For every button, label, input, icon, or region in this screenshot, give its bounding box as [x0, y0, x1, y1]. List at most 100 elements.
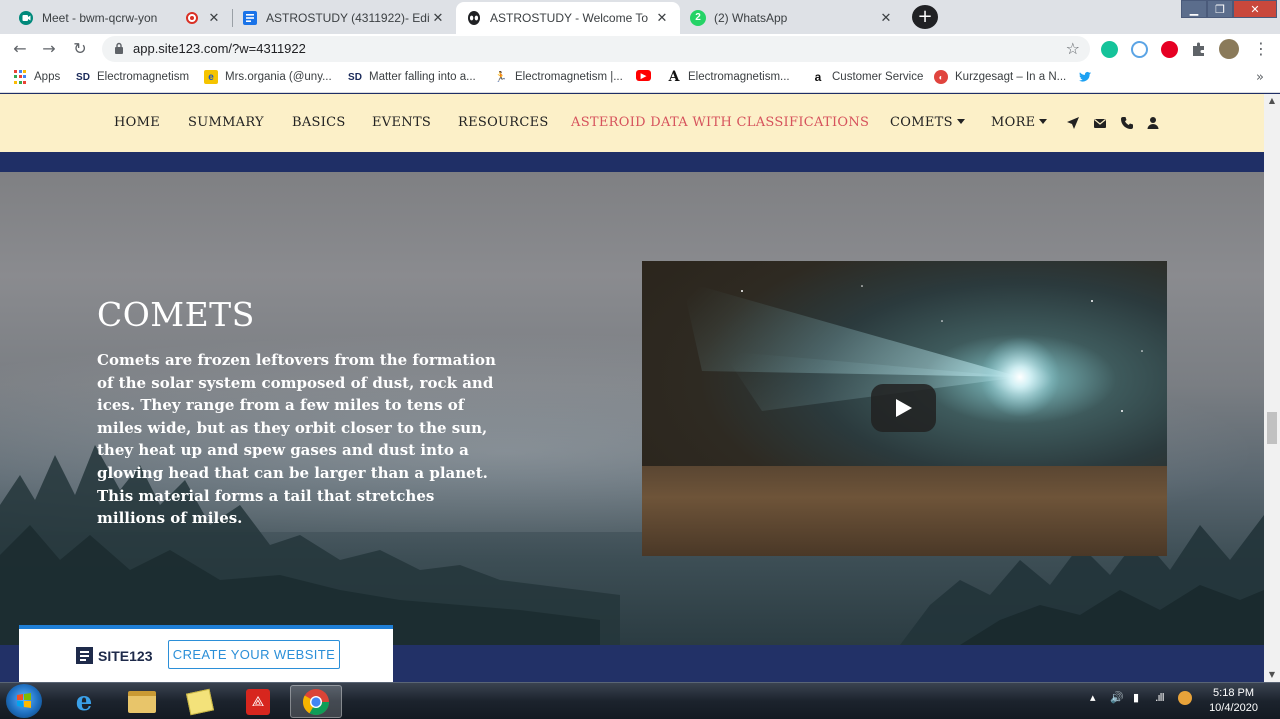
amazon-icon: a	[814, 70, 822, 84]
hero-title: COMETS	[97, 295, 255, 334]
grammarly-icon[interactable]	[1101, 41, 1118, 58]
location-arrow-icon[interactable]	[1066, 116, 1080, 130]
new-tab-button[interactable]: +	[912, 5, 938, 29]
signal-bars-icon[interactable]: .ıll	[1155, 691, 1165, 704]
play-button[interactable]	[871, 384, 936, 432]
puzzle-extensions-icon[interactable]	[1190, 41, 1207, 58]
scrollbar-thumb[interactable]	[1267, 412, 1277, 444]
a-letter-icon: A	[668, 69, 680, 85]
recording-indicator-icon	[186, 12, 198, 24]
profile-avatar[interactable]	[1219, 39, 1239, 59]
address-bar[interactable]: app.site123.com/?w=4311922 ☆	[102, 36, 1090, 62]
forward-button[interactable]: →	[38, 38, 60, 60]
start-button[interactable]	[6, 684, 42, 718]
system-clock[interactable]: 5:18 PM 10/4/2020	[1209, 686, 1258, 716]
bookmark-mrs-organia[interactable]: e Mrs.organia (@uny...	[204, 70, 332, 84]
alien-icon	[468, 11, 480, 25]
nav-label: MORE	[991, 115, 1036, 130]
bookmark-electromagnetism-3[interactable]: A Electromagnetism...	[667, 69, 790, 85]
bookmark-label: Electromagnetism...	[688, 71, 790, 83]
internet-explorer-icon[interactable]: e	[58, 685, 110, 718]
bookmark-label: Electromagnetism	[97, 71, 190, 83]
close-window-button[interactable]: ✕	[1233, 0, 1277, 18]
bookmark-youtube[interactable]: ▶	[636, 70, 658, 81]
bookmark-customer-service[interactable]: a Customer Service	[811, 70, 924, 84]
restore-button[interactable]: ❐	[1207, 0, 1233, 18]
tab-editor[interactable]: ASTROSTUDY (4311922)- Editor - ✕	[232, 2, 456, 34]
nav-label: COMETS	[890, 115, 953, 130]
close-icon[interactable]: ✕	[430, 10, 446, 26]
nav-home[interactable]: HOME	[114, 115, 160, 130]
browser-tab-strip: Meet - bwm-qcrw-yon ✕ ASTROSTUDY (431192…	[0, 0, 1280, 34]
acrobat-icon[interactable]: ⟁	[232, 685, 284, 718]
close-icon[interactable]: ✕	[654, 10, 670, 26]
nav-asteroid-data[interactable]: ASTEROID DATA WITH CLASSIFICATIONS	[571, 115, 869, 130]
nav-more-dropdown[interactable]: MORE	[991, 115, 1048, 130]
menu-dots-icon[interactable]: ⋮	[1250, 38, 1272, 60]
edge-e-icon: e	[204, 70, 218, 84]
nav-comets-dropdown[interactable]: COMETS	[890, 115, 965, 130]
sd-icon: SD	[76, 71, 90, 83]
bookmark-label: Kurzgesagt – In a N...	[955, 71, 1067, 83]
nav-basics[interactable]: BASICS	[292, 115, 346, 130]
bookmark-matter-falling[interactable]: SD Matter falling into a...	[348, 70, 476, 84]
notification-icon[interactable]	[1178, 691, 1192, 705]
bookmark-apps[interactable]: Apps	[13, 70, 60, 84]
url-text: app.site123.com/?w=4311922	[133, 41, 306, 56]
bookmarks-bar: Apps SD Electromagnetism e Mrs.organia (…	[0, 64, 1280, 93]
file-explorer-icon[interactable]	[116, 685, 168, 718]
close-icon[interactable]: ✕	[878, 10, 894, 26]
bookmarks-overflow-icon[interactable]: »	[1256, 70, 1264, 85]
volume-icon[interactable]: 🔊	[1110, 691, 1124, 704]
lock-icon	[115, 42, 123, 54]
envelope-icon[interactable]	[1093, 116, 1107, 130]
site123-logo-icon	[76, 647, 93, 664]
back-button[interactable]: ←	[9, 38, 31, 60]
clock-date: 10/4/2020	[1209, 702, 1258, 714]
bookmark-label: Matter falling into a...	[369, 71, 476, 83]
windows-logo-icon	[17, 693, 31, 708]
chrome-icon[interactable]	[290, 685, 342, 718]
site123-logo-text: SITE123	[98, 647, 153, 664]
bookmark-electromagnetism-1[interactable]: SD Electromagnetism	[76, 70, 189, 84]
power-icon[interactable]: ▮	[1133, 691, 1139, 704]
google-meet-icon	[19, 11, 33, 25]
phone-icon[interactable]	[1120, 116, 1134, 130]
close-icon[interactable]: ✕	[206, 10, 222, 26]
figure-icon: 🏃	[494, 71, 508, 83]
tab-whatsapp[interactable]: 2 (2) WhatsApp ✕	[680, 2, 904, 34]
nav-summary[interactable]: SUMMARY	[188, 115, 264, 130]
bookmark-twitter[interactable]	[1078, 70, 1099, 84]
twitter-icon	[1078, 71, 1092, 82]
bookmark-label: Customer Service	[832, 71, 924, 83]
comet-video-player[interactable]	[642, 261, 1167, 556]
site123-promo-banner: SITE123 CREATE YOUR WEBSITE	[19, 625, 393, 682]
section-divider	[0, 152, 1264, 172]
mars-terrain-image	[642, 466, 1167, 556]
extension-icon[interactable]	[1131, 41, 1148, 58]
minimize-button[interactable]: ▁	[1181, 0, 1207, 18]
reload-button[interactable]: ↻	[69, 38, 91, 60]
bookmark-kurzgesagt[interactable]: ◐ Kurzgesagt – In a N...	[934, 70, 1066, 84]
bookmark-electromagnetism-2[interactable]: 🏃 Electromagnetism |...	[494, 70, 623, 84]
user-icon[interactable]	[1146, 116, 1160, 130]
nav-resources[interactable]: RESOURCES	[458, 115, 549, 130]
tab-meet[interactable]: Meet - bwm-qcrw-yon ✕	[8, 2, 232, 34]
page-scrollbar[interactable]: ▲ ▼	[1264, 94, 1280, 682]
clock-time: 5:18 PM	[1213, 687, 1255, 699]
scroll-up-arrow-icon[interactable]: ▲	[1264, 94, 1280, 108]
tab-title: ASTROSTUDY - Welcome To	[490, 11, 649, 25]
sticky-notes-icon[interactable]	[174, 685, 226, 718]
create-website-button[interactable]: CREATE YOUR WEBSITE	[168, 640, 340, 669]
show-hidden-icons-icon[interactable]: ▴	[1090, 691, 1096, 704]
scroll-down-arrow-icon[interactable]: ▼	[1264, 668, 1280, 682]
pinterest-icon[interactable]	[1161, 41, 1178, 58]
site123-logo[interactable]: SITE123	[76, 647, 152, 664]
bookmark-star-icon[interactable]: ☆	[1066, 39, 1080, 58]
tab-astrostudy[interactable]: ASTROSTUDY - Welcome To ✕	[456, 2, 680, 34]
tab-title: (2) WhatsApp	[714, 11, 788, 25]
apps-grid-icon	[13, 70, 27, 84]
nav-events[interactable]: EVENTS	[372, 115, 431, 130]
site-navbar: HOME SUMMARY BASICS EVENTS RESOURCES AST…	[0, 94, 1264, 152]
sd-icon: SD	[348, 71, 362, 83]
